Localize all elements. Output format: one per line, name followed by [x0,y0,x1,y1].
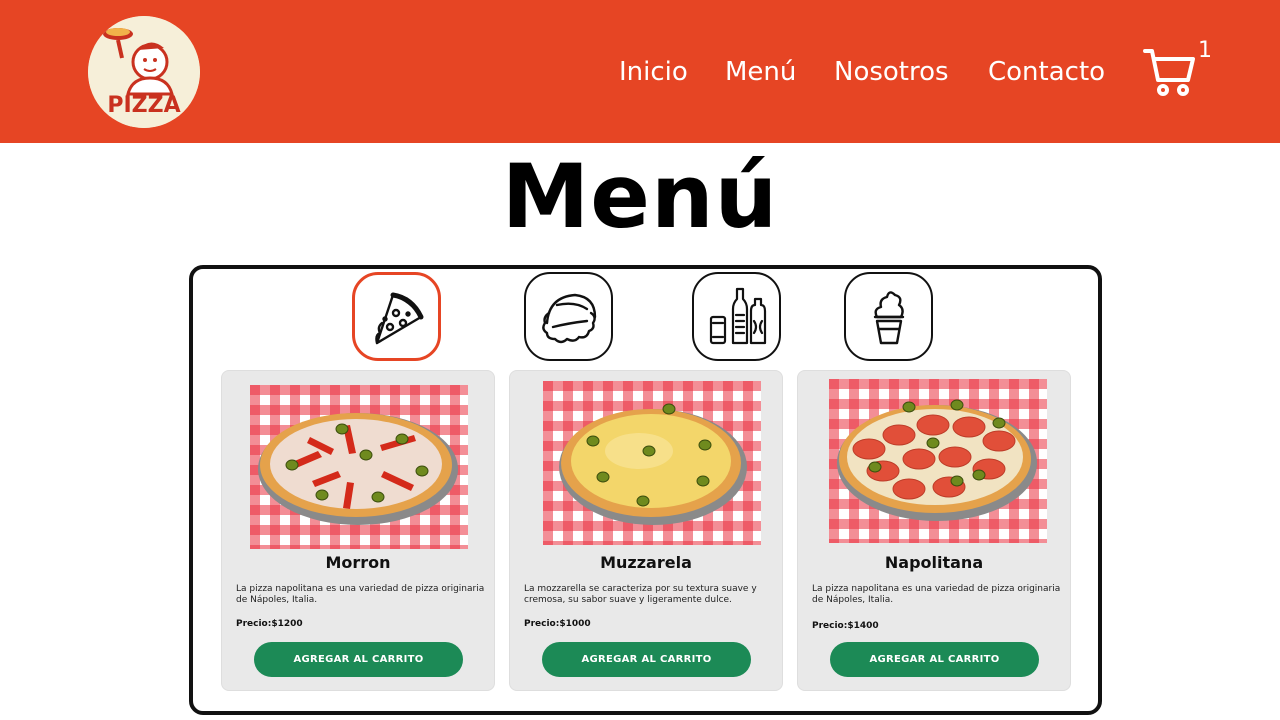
empanada-icon [541,293,596,343]
product-card: Morron La pizza napolitana es una varied… [221,370,495,691]
product-name: Napolitana [884,553,984,572]
product-card: Muzzarela La mozzarella se caracteriza p… [509,370,783,691]
page-title: Menú [501,145,779,248]
category-tab-bebidas[interactable] [692,272,781,361]
nav-link-nosotros[interactable]: Nosotros [834,56,949,88]
price-label: Precio: [524,619,560,629]
category-tab-pizza[interactable] [352,272,441,361]
product-name: Morron [325,553,391,572]
nav-link-inicio[interactable]: Inicio [619,56,688,88]
product-price: Precio:$1200 [236,619,303,630]
category-tab-helados[interactable] [844,272,933,361]
add-to-cart-button[interactable]: AGREGAR AL CARRITO [254,642,463,677]
product-image [829,379,1047,543]
nav-link-contacto[interactable]: Contacto [988,56,1105,88]
cart-count-badge: 1 [1198,38,1212,63]
product-price: Precio:$1000 [524,619,591,630]
category-tab-empanadas[interactable] [524,272,613,361]
product-name: Muzzarela [600,553,692,572]
ice-cream-icon [873,290,904,344]
product-description: La pizza napolitana es una variedad de p… [236,584,485,605]
product-image [250,385,468,549]
price-value: $1000 [559,619,591,629]
add-to-cart-button[interactable]: AGREGAR AL CARRITO [830,642,1039,677]
product-description: La pizza napolitana es una variedad de p… [812,584,1061,605]
product-image [543,381,761,545]
pizza-logo[interactable]: PIZZA [88,16,200,128]
price-value: $1200 [271,619,303,629]
product-price: Precio:$1400 [812,621,879,632]
site-header: PIZZA Inicio Menú Nosotros Contacto 1 [0,0,1280,143]
price-label: Precio: [236,619,272,629]
drinks-icon [709,287,766,344]
pizza-slice-icon [374,292,423,344]
shopping-cart-icon[interactable] [1142,46,1198,98]
price-label: Precio: [812,621,848,631]
product-description: La mozzarella se caracteriza por su text… [524,584,757,605]
add-to-cart-button[interactable]: AGREGAR AL CARRITO [542,642,751,677]
nav-link-menu[interactable]: Menú [725,56,796,88]
price-value: $1400 [847,621,879,631]
logo-text: PIZZA [107,93,180,118]
product-card: Napolitana La pizza napolitana es una va… [797,370,1071,691]
